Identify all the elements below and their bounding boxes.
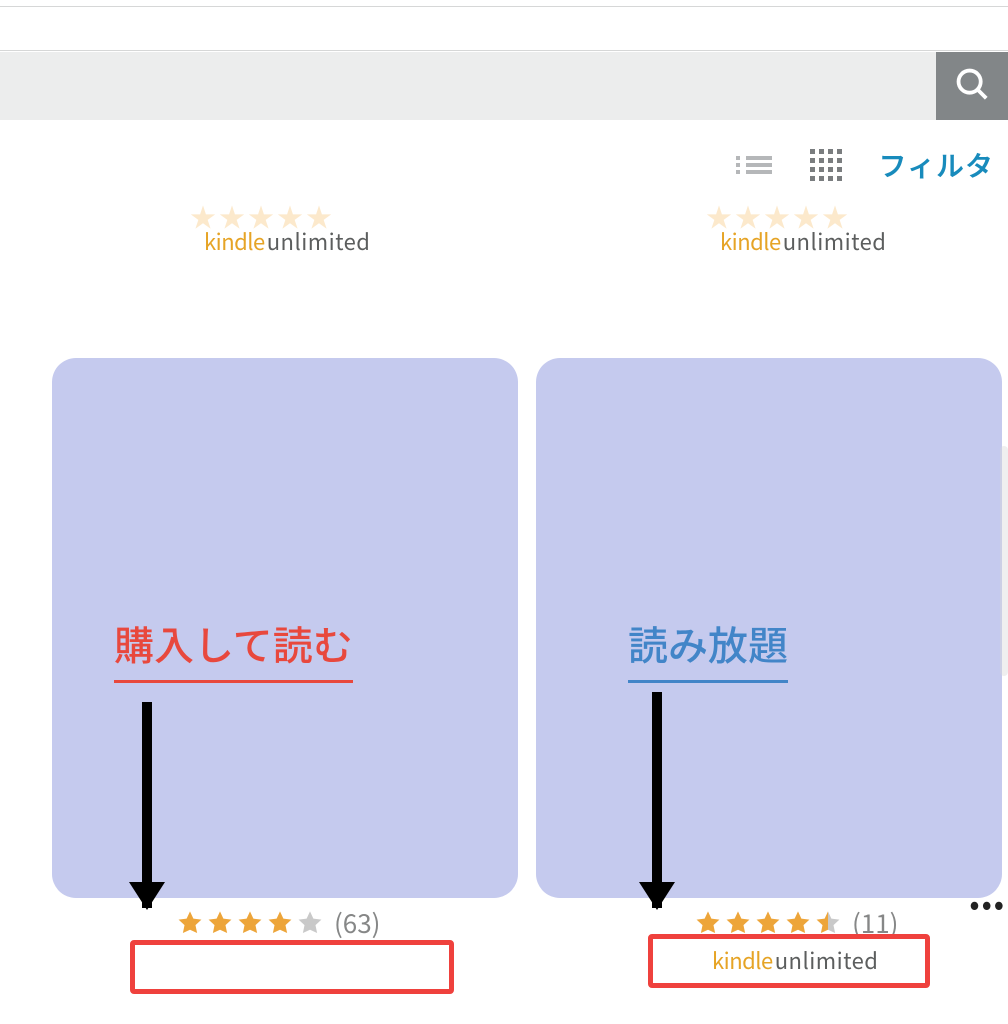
rating-stars [694,909,842,937]
star-icon [176,909,204,937]
filter-link[interactable]: フィルタ [879,145,994,185]
ku-kindle-text: kindle [720,225,781,257]
search-input[interactable] [0,52,936,120]
ku-unlimited-text: unlimited [783,225,887,257]
star-icon [236,909,264,937]
rating-stars [176,909,324,937]
star-icon [694,909,722,937]
star-icon [266,909,294,937]
rating-row: (63) [176,904,380,941]
search-bar [0,52,1008,120]
annotation-unlimited: 読み放題 [628,614,788,683]
highlight-box [130,940,454,994]
ku-unlimited-text: unlimited [267,225,371,257]
star-icon [296,909,324,937]
divider [0,50,1008,51]
grid-view-icon[interactable] [807,149,845,181]
ku-kindle-text: kindle [712,944,773,976]
star-icon [784,909,812,937]
search-icon [953,65,991,108]
scrollbar[interactable] [1000,446,1008,676]
list-view-icon[interactable] [735,149,773,181]
kindle-unlimited-badge: kindleunlimited [720,225,886,257]
kindle-unlimited-badge: kindleunlimited [712,944,878,976]
star-icon [814,909,842,937]
annotation-purchase: 購入して読む [114,614,353,683]
star-icon [754,909,782,937]
ku-unlimited-text: unlimited [775,944,879,976]
arrow-down-icon [652,692,662,908]
search-button[interactable] [936,52,1008,120]
kindle-unlimited-badge: kindleunlimited [204,225,370,257]
rating-count: (63) [334,904,380,941]
ku-kindle-text: kindle [204,225,265,257]
view-toolbar: フィルタ [735,138,994,192]
star-icon [206,909,234,937]
arrow-down-icon [142,702,152,908]
star-icon [724,909,752,937]
more-icon[interactable]: ••• [969,880,1006,924]
divider [0,6,1008,7]
